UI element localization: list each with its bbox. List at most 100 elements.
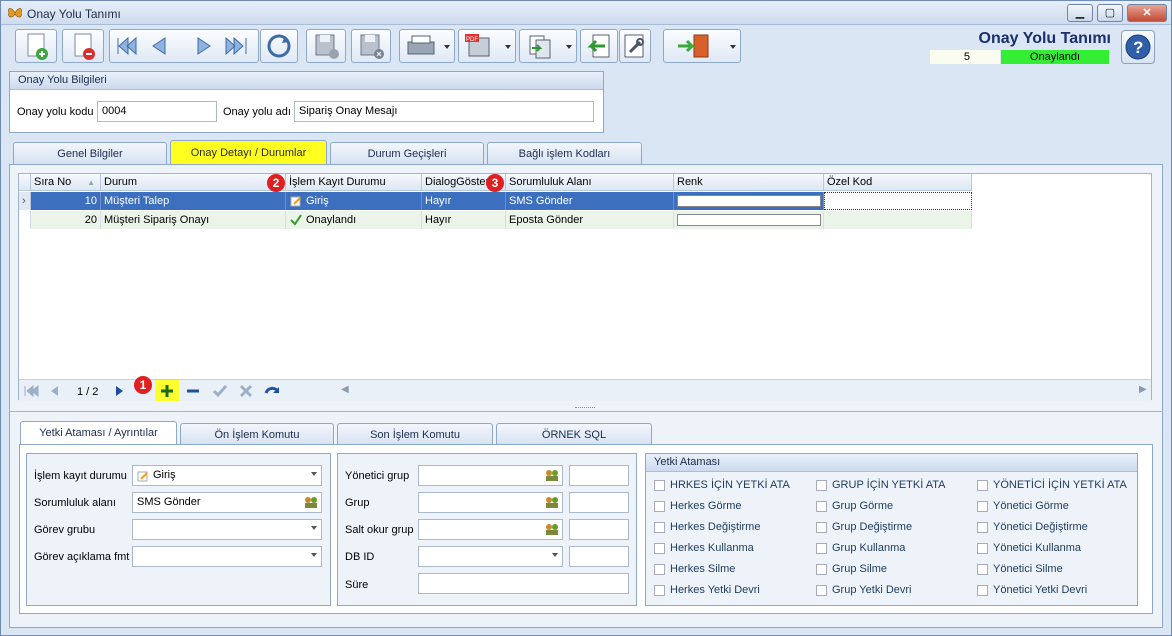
prev-record-icon[interactable] <box>152 37 166 55</box>
tab-bagli-islem-kodlari[interactable]: Bağlı işlem Kodları <box>487 142 642 164</box>
import-button[interactable] <box>519 29 577 63</box>
herkes-checkbox[interactable] <box>654 564 665 575</box>
first-page-icon[interactable] <box>23 383 39 399</box>
herkes-checkbox[interactable] <box>654 585 665 596</box>
islem-select[interactable]: Giriş <box>132 465 322 486</box>
cell-islem[interactable]: Onaylandı <box>286 211 422 229</box>
settings-button[interactable] <box>619 29 651 63</box>
cell-dialog[interactable]: Hayır <box>422 192 506 210</box>
page-title: Onay Yolu Tanımı <box>978 30 1111 47</box>
name-input[interactable]: Sipariş Onay Mesajı <box>294 101 594 122</box>
exit-button[interactable] <box>663 29 741 63</box>
cell-ozel-kod[interactable] <box>824 192 972 210</box>
cell-durum[interactable]: Müşteri Sipariş Onayı <box>101 211 286 229</box>
tab-ornek-sql[interactable]: ÖRNEK SQL <box>496 423 652 445</box>
export-pdf-button[interactable]: PDF <box>458 29 516 63</box>
grup-checkbox-label: Grup Değiştirme <box>832 521 913 533</box>
cancel-edit-icon[interactable] <box>238 383 254 399</box>
next-page-icon[interactable] <box>111 383 127 399</box>
grup-checkbox[interactable] <box>816 501 827 512</box>
herkes-checkbox[interactable] <box>654 522 665 533</box>
last-record-icon[interactable] <box>225 36 247 56</box>
save-button[interactable] <box>306 29 346 63</box>
remove-row-icon[interactable] <box>185 383 201 399</box>
herkes-checkbox[interactable] <box>654 480 665 491</box>
group-picker-icon[interactable] <box>304 496 318 509</box>
group-picker-icon[interactable] <box>545 496 559 509</box>
yonetici-checkbox[interactable] <box>977 480 988 491</box>
cell-sira[interactable]: 20 <box>31 211 101 229</box>
yonetici-checkbox[interactable] <box>977 543 988 554</box>
column-header[interactable]: Durum <box>101 174 286 191</box>
sure-input[interactable] <box>418 573 629 594</box>
scroll-left-icon[interactable]: ◀ <box>341 384 349 395</box>
group-picker-icon[interactable] <box>545 523 559 536</box>
edit-icon <box>290 196 301 207</box>
help-button[interactable]: ? <box>1121 30 1155 64</box>
group-picker-icon[interactable] <box>545 469 559 482</box>
confirm-icon[interactable] <box>212 383 228 399</box>
grup-checkbox[interactable] <box>816 543 827 554</box>
new-record-button[interactable] <box>15 29 57 63</box>
yonetici-checkbox[interactable] <box>977 585 988 596</box>
cell-renk[interactable] <box>674 211 824 229</box>
yonetici-checkbox[interactable] <box>977 522 988 533</box>
column-header[interactable]: Özel Kod <box>824 174 972 191</box>
sorumluluk-picker[interactable]: SMS Gönder <box>132 492 322 513</box>
saltokur-extra-input[interactable] <box>569 519 629 540</box>
scroll-right-icon[interactable]: ▶ <box>1139 384 1147 395</box>
column-header[interactable]: Sıra No ▲ <box>31 174 101 191</box>
herkes-checkbox[interactable] <box>654 501 665 512</box>
grup-checkbox[interactable] <box>816 522 827 533</box>
dbid-select[interactable] <box>418 546 563 567</box>
refresh-grid-icon[interactable] <box>264 383 280 399</box>
maximize-button[interactable]: ▢ <box>1097 4 1123 22</box>
column-header[interactable]: Renk <box>674 174 824 191</box>
yonetici-picker[interactable] <box>418 465 563 486</box>
cell-ozel-kod[interactable] <box>824 211 972 229</box>
column-header[interactable]: İşlem Kayıt Durumu <box>286 174 422 191</box>
yonetici-checkbox[interactable] <box>977 501 988 512</box>
grup-checkbox[interactable] <box>816 480 827 491</box>
delete-record-button[interactable] <box>62 29 104 63</box>
cell-dialog[interactable]: Hayır <box>422 211 506 229</box>
cell-islem[interactable]: Giriş <box>286 192 422 210</box>
tab-durum-gecisleri[interactable]: Durum Geçişleri <box>330 142 484 164</box>
add-row-icon[interactable] <box>159 383 175 399</box>
aciklama-select[interactable] <box>132 546 322 567</box>
tab-son-islem[interactable]: Son İşlem Komutu <box>337 423 493 445</box>
tab-yetki-atamasi[interactable]: Yetki Ataması / Ayrıntılar <box>20 421 177 445</box>
first-record-icon[interactable] <box>117 36 137 56</box>
grup-extra-input[interactable] <box>569 492 629 513</box>
tab-onay-detayi[interactable]: Onay Detayı / Durumlar <box>170 140 327 164</box>
cell-sira[interactable]: 10 <box>31 192 101 210</box>
herkes-checkbox[interactable] <box>654 543 665 554</box>
grup-picker[interactable] <box>418 492 563 513</box>
cell-renk[interactable] <box>674 192 824 210</box>
record-navigator <box>109 29 259 63</box>
saltokur-picker[interactable] <box>418 519 563 540</box>
grup-checkbox[interactable] <box>816 564 827 575</box>
yonetici-extra-input[interactable] <box>569 465 629 486</box>
grup-checkbox[interactable] <box>816 585 827 596</box>
yonetici-checkbox[interactable] <box>977 564 988 575</box>
column-header[interactable]: Sorumluluk Alanı <box>506 174 674 191</box>
cell-sorumluluk[interactable]: SMS Gönder <box>506 192 674 210</box>
cancel-save-button[interactable] <box>351 29 391 63</box>
cell-durum[interactable]: Müşteri Talep <box>101 192 286 210</box>
delete-document-icon <box>74 33 95 60</box>
dbid-extra-input[interactable] <box>569 546 629 567</box>
tab-genel-bilgiler[interactable]: Genel Bilgiler <box>13 142 167 164</box>
print-button[interactable] <box>399 29 455 63</box>
code-input[interactable]: 0004 <box>97 101 217 122</box>
next-record-icon[interactable] <box>197 37 211 55</box>
prev-page-icon[interactable] <box>47 383 63 399</box>
close-button[interactable]: ✕ <box>1127 4 1167 22</box>
splitter-handle[interactable] <box>575 407 595 410</box>
back-button[interactable] <box>580 29 618 63</box>
refresh-button[interactable] <box>260 29 298 63</box>
cell-sorumluluk[interactable]: Eposta Gönder <box>506 211 674 229</box>
gorev-select[interactable] <box>132 519 322 540</box>
minimize-button[interactable]: ▁ <box>1067 4 1093 22</box>
tab-on-islem[interactable]: Ön İşlem Komutu <box>180 423 334 445</box>
